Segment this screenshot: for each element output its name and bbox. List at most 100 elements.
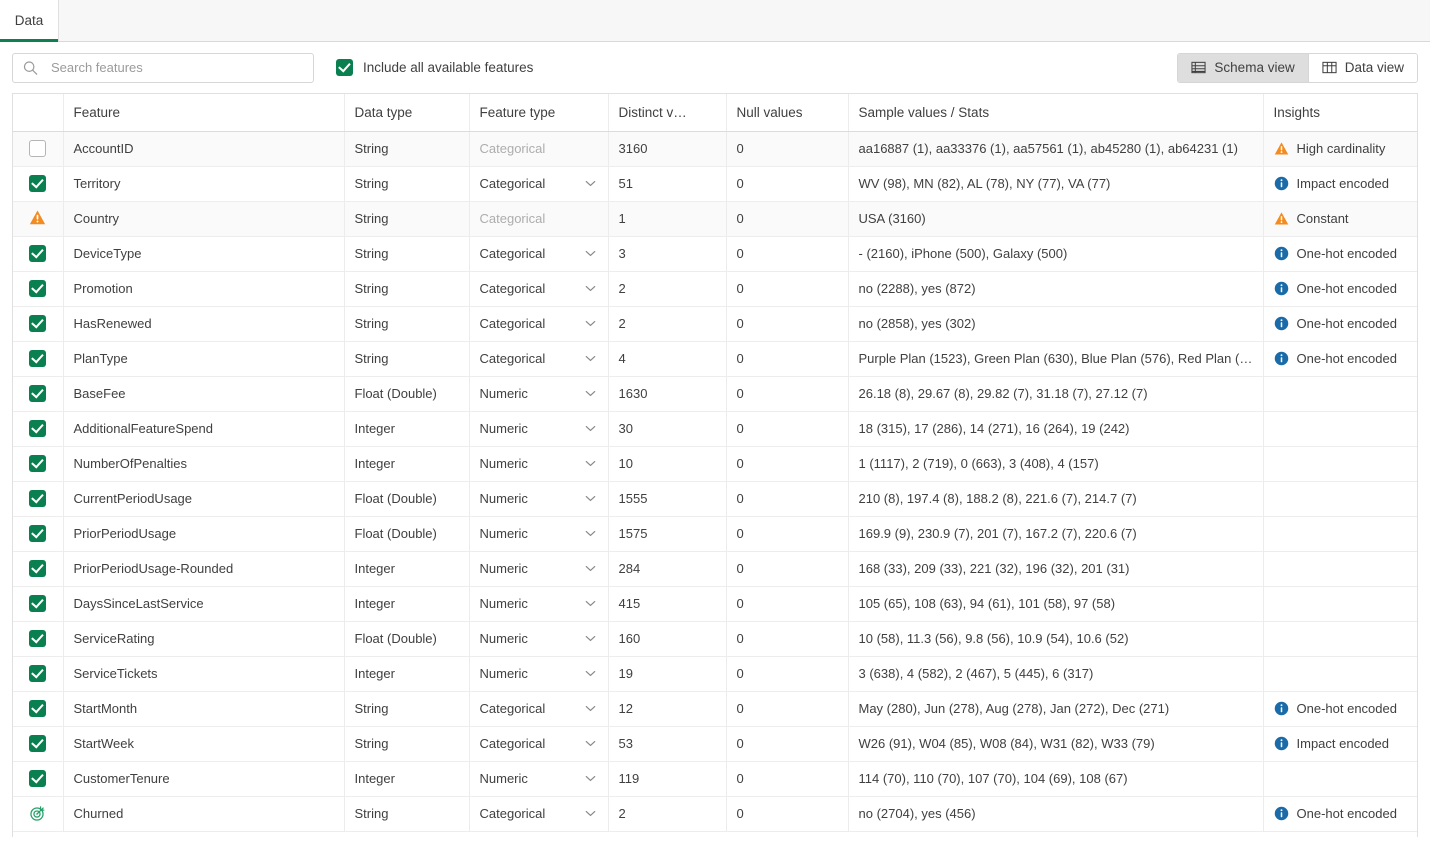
insight-label: One-hot encoded [1296, 806, 1397, 821]
cell-data-type: Integer [344, 551, 470, 587]
feature-type-select[interactable]: Numeric [469, 516, 609, 552]
search-input[interactable] [12, 52, 314, 83]
table-row[interactable]: DeviceType String Categorical 3 0- (2160), i… [13, 236, 1417, 272]
feature-type-select[interactable]: Numeric [469, 656, 609, 692]
row-checkbox-checked[interactable] [29, 245, 47, 263]
table-row[interactable]: HasRenewed String Categorical 2 0 no (2858), … [13, 306, 1417, 342]
table-row[interactable]: StartWeek String Categorical 53 0 W26 (91), W… [13, 726, 1417, 762]
col-header-data-type[interactable]: Data type [344, 94, 470, 132]
table-row[interactable]: StartMonth String Categorical 12 0 May (280),… [13, 691, 1417, 727]
feature-type-select[interactable]: Categorical [469, 341, 609, 377]
row-checkbox-checked[interactable] [29, 455, 47, 473]
table-row[interactable]: AccountID String Categorical 3160 0 aa16887 (… [13, 131, 1417, 167]
row-select-cell[interactable] [13, 516, 64, 552]
table-row[interactable]: ServiceRating Float (Double) Numeric 160 0 10… [13, 621, 1417, 657]
row-select-cell[interactable] [13, 691, 64, 727]
feature-type-select[interactable]: Numeric [469, 411, 609, 447]
table-row[interactable]: Territory String Categorical 51 0 WV (98), MN… [13, 166, 1417, 202]
row-checkbox-checked[interactable] [29, 350, 47, 368]
cell-feature-name: BaseFee [63, 376, 345, 412]
feature-type-value: Numeric [479, 666, 528, 681]
row-checkbox-unchecked[interactable] [29, 140, 47, 158]
row-checkbox-checked[interactable] [29, 630, 47, 648]
table-row[interactable]: CurrentPeriodUsage Float (Double) Numeric 1… [13, 481, 1417, 517]
row-select-cell[interactable] [13, 551, 64, 587]
table-row[interactable]: PlanType String Categorical 4 0 Purple Plan (… [13, 341, 1417, 377]
row-select-cell[interactable] [13, 131, 64, 167]
row-checkbox-checked[interactable] [29, 770, 47, 788]
cell-null-values: 0 [726, 341, 849, 377]
row-select-cell[interactable] [13, 306, 64, 342]
data-view-label: Data view [1344, 60, 1404, 75]
row-select-cell[interactable] [13, 481, 64, 517]
row-select-cell[interactable] [13, 236, 64, 272]
cell-distinct-values: 415 [608, 586, 727, 622]
feature-type-select[interactable]: Categorical [469, 691, 609, 727]
feature-type-select[interactable]: Categorical [469, 236, 609, 272]
table-row[interactable]: Churned String Categorical 2 0 no (2704), yes… [13, 796, 1417, 832]
row-checkbox-checked[interactable] [29, 490, 47, 508]
table-row[interactable]: Promotion String Categorical 2 0 no (2288), y… [13, 271, 1417, 307]
table-row[interactable]: NumberOfPenalties Integer Numeric 10 0 1 (111… [13, 446, 1417, 482]
row-checkbox-checked[interactable] [29, 595, 47, 613]
col-header-feature-type[interactable]: Feature type [469, 94, 609, 132]
row-select-cell[interactable] [13, 201, 64, 237]
table-row[interactable]: PriorPeriodUsage-Rounded Integer Numeric 28… [13, 551, 1417, 587]
chevron-down-icon [585, 635, 595, 642]
schema-view-button[interactable]: Schema view [1178, 53, 1308, 82]
feature-type-select[interactable]: Numeric [469, 586, 609, 622]
row-select-cell[interactable] [13, 446, 64, 482]
chevron-down-icon [585, 320, 595, 327]
feature-type-select[interactable]: Numeric [469, 481, 609, 517]
feature-type-select[interactable]: Categorical [469, 726, 609, 762]
row-checkbox-checked[interactable] [29, 560, 47, 578]
feature-type-select[interactable]: Categorical [469, 166, 609, 202]
chevron-down-icon [585, 250, 595, 257]
row-select-cell[interactable] [13, 796, 64, 832]
col-header-feature[interactable]: Feature [63, 94, 345, 132]
feature-type-select[interactable]: Categorical [469, 796, 609, 832]
tab-data[interactable]: Data [0, 0, 59, 42]
feature-type-select[interactable]: Numeric [469, 446, 609, 482]
feature-type-select[interactable]: Categorical [469, 271, 609, 307]
row-checkbox-checked[interactable] [29, 420, 47, 438]
row-select-cell[interactable] [13, 621, 64, 657]
table-row[interactable]: DaysSinceLastService Integer Numeric 415 0 10… [13, 586, 1417, 622]
feature-type-select[interactable]: Numeric [469, 621, 609, 657]
table-row[interactable]: PriorPeriodUsage Float (Double) Numeric 157… [13, 516, 1417, 552]
feature-type-select[interactable]: Numeric [469, 376, 609, 412]
row-select-cell[interactable] [13, 586, 64, 622]
row-select-cell[interactable] [13, 166, 64, 202]
cell-sample-values: 210 (8), 197.4 (8), 188.2 (8), 221.6 (7)… [848, 481, 1264, 517]
row-checkbox-checked[interactable] [29, 735, 47, 753]
table-row[interactable]: BaseFee Float (Double) Numeric 1630 0 26.18 (… [13, 376, 1417, 412]
feature-schema-table: Feature Data type Feature type Distinct … [13, 94, 1417, 832]
row-checkbox-checked[interactable] [29, 175, 47, 193]
col-header-sample-values[interactable]: Sample values / Stats [848, 94, 1264, 132]
row-select-cell[interactable] [13, 656, 64, 692]
row-select-cell[interactable] [13, 761, 64, 797]
row-checkbox-checked[interactable] [29, 315, 47, 333]
data-view-button[interactable]: Data view [1307, 53, 1417, 82]
feature-type-select[interactable]: Numeric [469, 551, 609, 587]
table-row[interactable]: CustomerTenure Integer Numeric 119 0 114 (70)… [13, 761, 1417, 797]
row-checkbox-checked[interactable] [29, 280, 47, 298]
row-select-cell[interactable] [13, 341, 64, 377]
row-checkbox-checked[interactable] [29, 700, 47, 718]
row-select-cell[interactable] [13, 726, 64, 762]
col-header-null-values[interactable]: Null values [726, 94, 849, 132]
row-select-cell[interactable] [13, 376, 64, 412]
row-checkbox-checked[interactable] [29, 665, 47, 683]
row-select-cell[interactable] [13, 271, 64, 307]
row-checkbox-checked[interactable] [29, 525, 47, 543]
table-row[interactable]: ServiceTickets Integer Numeric 19 0 3 (638), … [13, 656, 1417, 692]
feature-type-select[interactable]: Categorical [469, 306, 609, 342]
table-row[interactable]: AdditionalFeatureSpend Integer Numeric 30 0 1… [13, 411, 1417, 447]
include-all-features-checkbox[interactable]: Include all available features [336, 59, 533, 76]
row-select-cell[interactable] [13, 411, 64, 447]
feature-type-select[interactable]: Numeric [469, 761, 609, 797]
col-header-distinct-values[interactable]: Distinct v… [608, 94, 727, 132]
row-checkbox-checked[interactable] [29, 385, 47, 403]
table-row[interactable]: Country String Categorical 1 0 USA (3160) Cons… [13, 201, 1417, 237]
col-header-insights[interactable]: Insights [1263, 94, 1417, 132]
